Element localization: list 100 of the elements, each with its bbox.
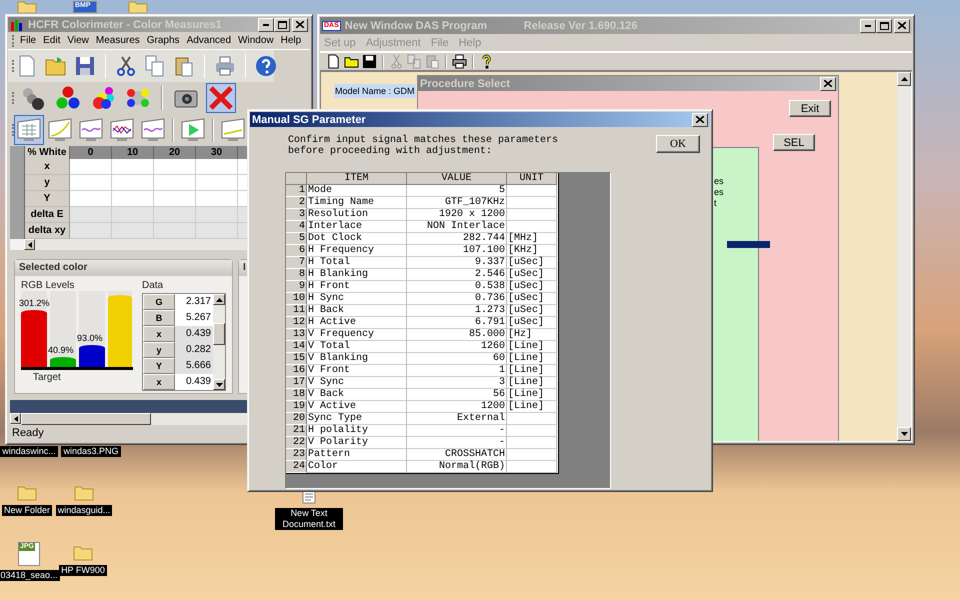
table-cell: 0.538	[407, 281, 507, 293]
scrollbar[interactable]	[213, 294, 225, 390]
icon-label[interactable]: New Folder	[2, 505, 52, 516]
close-button[interactable]	[692, 112, 708, 126]
menu-item[interactable]: Advanced	[186, 35, 232, 46]
row-number: 2	[286, 197, 307, 209]
table-cell: H Total	[307, 257, 407, 269]
table-cell: [Line]	[507, 341, 557, 353]
table-cell: [KHz]	[507, 245, 557, 257]
table-cell	[154, 191, 196, 207]
table-cell	[196, 207, 238, 223]
row-number: 18	[286, 389, 307, 401]
table-cell: 1.273	[407, 305, 507, 317]
close-button[interactable]	[894, 18, 910, 32]
menu-item[interactable]: Graphs	[146, 35, 180, 46]
table-cell: 2.546	[407, 269, 507, 281]
table-cell	[196, 175, 238, 191]
grid-corner	[10, 146, 25, 159]
menu-item[interactable]: Measures	[96, 35, 140, 46]
table-cell: [Hz]	[507, 329, 557, 341]
list-item[interactable]: es	[713, 187, 758, 198]
table-cell: 0.439	[175, 326, 213, 342]
menu-item[interactable]: Window	[238, 35, 274, 46]
row-number: 13	[286, 329, 307, 341]
scroll-thumb[interactable]	[213, 323, 225, 345]
row-header: G	[143, 294, 175, 310]
icon-label[interactable]: New Text Document.txt	[275, 508, 343, 530]
panel-title: Selected color	[15, 260, 232, 276]
stop-button[interactable]	[206, 83, 236, 113]
icon-label[interactable]: windasguid...	[56, 505, 112, 516]
close-button[interactable]	[292, 18, 308, 32]
bar-label: 301.2%	[19, 298, 50, 308]
scroll-down-button[interactable]	[213, 379, 225, 390]
minimize-button[interactable]	[860, 18, 876, 32]
bar-label: 93.0%	[77, 332, 103, 343]
scroll-left-button[interactable]	[10, 413, 21, 424]
view-button[interactable]	[14, 115, 44, 145]
table-cell: 3	[407, 377, 507, 389]
scroll-thumb[interactable]	[21, 413, 151, 425]
list-item[interactable]: es	[713, 176, 758, 187]
sel-button[interactable]: SEL	[773, 134, 815, 151]
scrollbar[interactable]	[897, 72, 911, 441]
table-cell: [Line]	[507, 401, 557, 413]
table-cell	[70, 175, 112, 191]
table-cell: Normal(RGB)	[407, 461, 507, 473]
scroll-left-button[interactable]	[24, 239, 35, 250]
icon-label[interactable]: windaswinc...	[0, 446, 58, 457]
icon-label[interactable]: HP FW900	[59, 565, 107, 576]
table-cell	[112, 191, 154, 207]
save-icon[interactable]	[73, 54, 97, 78]
table-cell	[507, 437, 557, 449]
bar-label: 40.9%	[48, 345, 74, 356]
cut-icon[interactable]	[114, 54, 138, 78]
table-cell	[507, 449, 557, 461]
close-button[interactable]	[820, 76, 836, 90]
model-label: Model Name : GDM	[334, 84, 416, 98]
scrollbar[interactable]	[24, 239, 248, 250]
close-icon	[208, 85, 234, 111]
table-cell: [uSec]	[507, 269, 557, 281]
scrollbar[interactable]	[10, 413, 248, 425]
left-arrow-icon	[28, 242, 32, 248]
printer-icon[interactable]	[452, 54, 467, 69]
new-file-icon[interactable]	[326, 54, 341, 69]
row-header: y	[143, 342, 175, 358]
icon-label[interactable]: windas3.PNG	[61, 446, 121, 457]
table-cell: 1260	[407, 341, 507, 353]
row-header: delta xy	[25, 223, 70, 239]
maximize-button[interactable]	[876, 18, 892, 32]
minimize-button[interactable]	[258, 18, 274, 32]
row-number: 14	[286, 341, 307, 353]
menu-item[interactable]: Help	[280, 35, 302, 46]
table-cell: [MHz]	[507, 233, 557, 245]
table-cell	[196, 159, 238, 175]
scroll-down-button[interactable]	[897, 427, 911, 441]
bars-icon	[10, 18, 24, 30]
exit-button[interactable]: Exit	[789, 100, 831, 117]
table-cell: 56	[407, 389, 507, 401]
close-icon	[898, 22, 906, 29]
icon-label[interactable]: 03418_seao...	[0, 570, 60, 581]
close-icon	[696, 116, 704, 123]
table-cell: External	[407, 413, 507, 425]
row-number: 8	[286, 269, 307, 281]
list-item[interactable]: t	[713, 198, 758, 209]
table-cell: [uSec]	[507, 305, 557, 317]
left-arrow-icon	[14, 416, 18, 422]
table-cell: 1	[407, 365, 507, 377]
row-header: Y	[25, 191, 70, 207]
maximize-button[interactable]	[274, 18, 290, 32]
table-cell: H polality	[307, 425, 407, 437]
ok-button[interactable]: OK	[656, 135, 700, 153]
scroll-up-button[interactable]	[897, 72, 911, 86]
table-cell: H Blanking	[307, 269, 407, 281]
menu-item[interactable]: View	[67, 35, 89, 46]
save-icon[interactable]	[362, 54, 377, 69]
menu-item[interactable]: File	[20, 35, 36, 46]
maximize-icon	[278, 20, 286, 28]
menu-item[interactable]: Edit	[43, 35, 60, 46]
scroll-up-button[interactable]	[213, 294, 225, 305]
text-file-icon[interactable]	[302, 490, 316, 504]
table-cell	[507, 197, 557, 209]
